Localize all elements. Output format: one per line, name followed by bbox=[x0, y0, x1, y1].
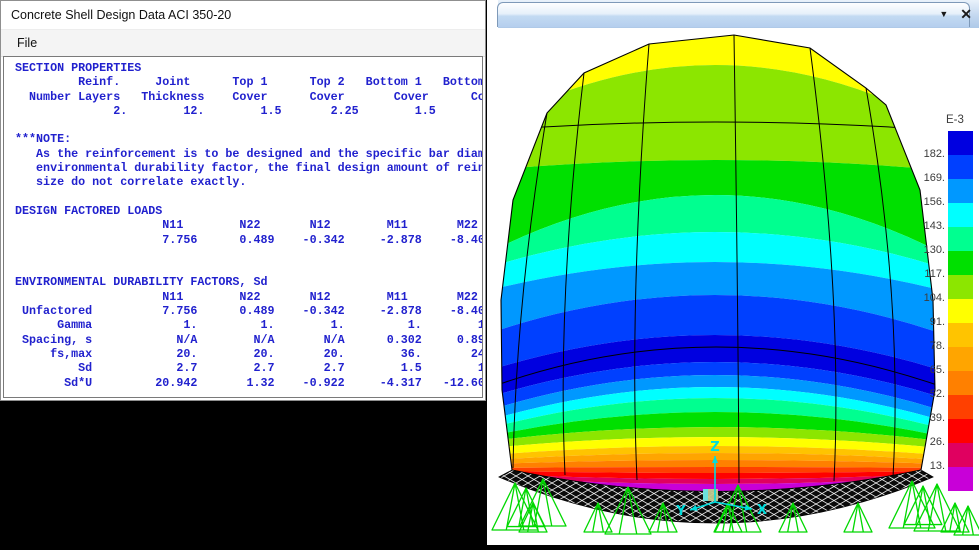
legend-tick: 182. bbox=[901, 148, 945, 160]
3d-view[interactable]: Z X Y E-3 182. 169. 156. 143. 130. 117. 10… bbox=[487, 28, 979, 545]
y-axis-label: Y bbox=[675, 504, 686, 519]
legend-color-segment bbox=[948, 179, 973, 203]
design-report-text: SECTION PROPERTIES Reinf. Joint Top 1 To… bbox=[4, 57, 482, 390]
legend-tick: 104. bbox=[901, 292, 945, 304]
legend-tick: 52. bbox=[901, 388, 945, 400]
legend-exponent: E-3 bbox=[946, 114, 964, 126]
legend-tick: 13. bbox=[901, 460, 945, 472]
legend-tick: 143. bbox=[901, 220, 945, 232]
tab-strip: Longitudinal Reinforcement Intensity As … bbox=[487, 0, 979, 29]
legend-tick: 117. bbox=[901, 268, 945, 280]
legend-color-segment bbox=[948, 299, 973, 323]
menu-item-file[interactable]: File bbox=[9, 36, 45, 50]
report-content-area[interactable]: SECTION PROPERTIES Reinf. Joint Top 1 To… bbox=[3, 56, 483, 398]
z-axis-label: Z bbox=[710, 440, 719, 455]
legend-color-segment bbox=[948, 131, 973, 155]
legend-color-segment bbox=[948, 227, 973, 251]
close-icon[interactable]: ✕ bbox=[960, 7, 972, 21]
legend-color-segment bbox=[948, 251, 973, 275]
legend-color-segment bbox=[948, 419, 973, 443]
legend-color-segment bbox=[948, 443, 973, 467]
legend-tick: 78. bbox=[901, 340, 945, 352]
dropdown-icon[interactable]: ▼ bbox=[939, 10, 948, 19]
legend-color-segment bbox=[948, 467, 973, 491]
window-title: Concrete Shell Design Data ACI 350-20 bbox=[11, 8, 231, 22]
tab-diagram[interactable]: Longitudinal Reinforcement Intensity As … bbox=[497, 2, 970, 27]
legend-tick: 91. bbox=[901, 316, 945, 328]
legend-color-segment bbox=[948, 395, 973, 419]
diagram-window: Longitudinal Reinforcement Intensity As … bbox=[487, 0, 979, 545]
legend-tick: 130. bbox=[901, 244, 945, 256]
legend-tick: 39. bbox=[901, 412, 945, 424]
legend-color-segment bbox=[948, 371, 973, 395]
contour-bands bbox=[490, 28, 940, 505]
legend-tick: 169. bbox=[901, 172, 945, 184]
menu-bar: File bbox=[1, 30, 485, 57]
legend-color-segment bbox=[948, 347, 973, 371]
legend-tick: 156. bbox=[901, 196, 945, 208]
legend-color-segment bbox=[948, 203, 973, 227]
design-data-window: Concrete Shell Design Data ACI 350-20 Fi… bbox=[0, 0, 486, 401]
legend-tick: 65. bbox=[901, 364, 945, 376]
window-titlebar[interactable]: Concrete Shell Design Data ACI 350-20 bbox=[1, 1, 485, 30]
x-axis-label: X bbox=[757, 503, 767, 518]
contour-legend-bar bbox=[948, 131, 973, 491]
legend-color-segment bbox=[948, 323, 973, 347]
legend-tick: 26. bbox=[901, 436, 945, 448]
legend-color-segment bbox=[948, 275, 973, 299]
legend-color-segment bbox=[948, 155, 973, 179]
